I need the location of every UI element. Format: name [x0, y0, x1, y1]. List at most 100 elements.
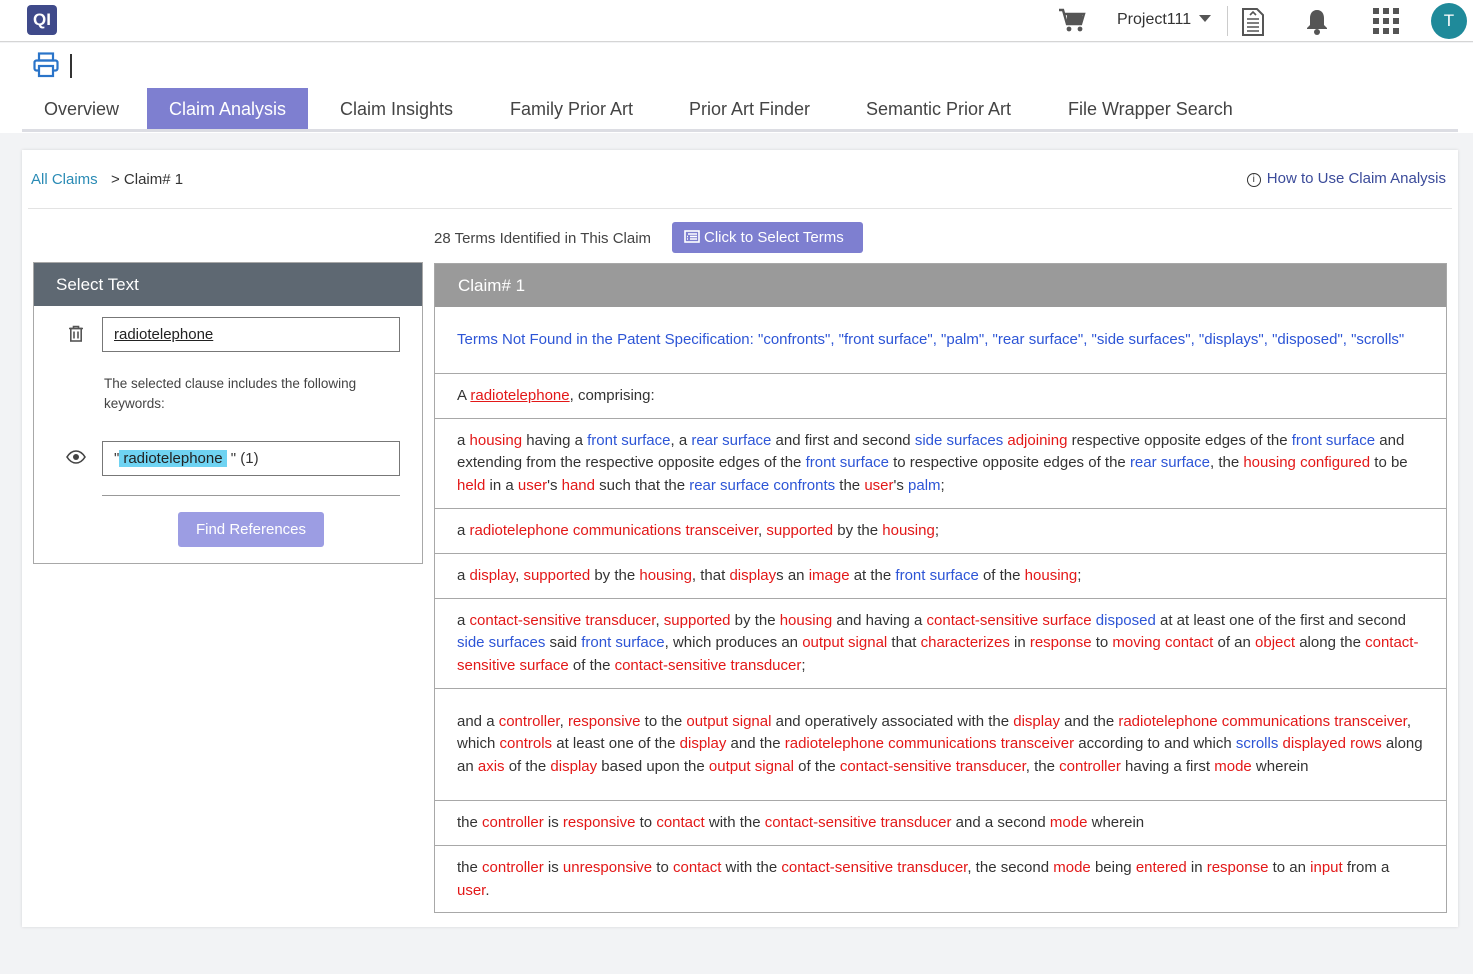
claim-term[interactable]: output signal — [686, 713, 771, 730]
claim-term[interactable]: controller — [499, 713, 560, 730]
claim-term[interactable]: radiotelephone communications transceive… — [1118, 713, 1407, 730]
claim-term[interactable]: image — [809, 567, 850, 584]
avatar[interactable]: T — [1431, 3, 1467, 39]
claim-text: of the — [978, 566, 1025, 584]
claim-term[interactable]: housing — [1025, 567, 1078, 584]
claim-term-not-found[interactable]: side surfaces — [457, 634, 545, 651]
claim-term-not-found[interactable]: front surface — [587, 432, 670, 449]
app-logo[interactable]: QI — [27, 5, 57, 35]
tab-family-prior-art[interactable]: Family Prior Art — [488, 88, 655, 130]
claim-term[interactable]: configured — [1300, 454, 1370, 471]
claim-term[interactable]: output signal — [802, 634, 887, 651]
how-to-link[interactable]: i How to Use Claim Analysis — [1246, 170, 1446, 187]
claim-term[interactable]: housing — [882, 522, 935, 539]
claim-term[interactable]: adjoining — [1007, 432, 1067, 449]
claim-term[interactable]: input — [1310, 859, 1343, 876]
claim-term[interactable]: characterizes — [921, 634, 1010, 651]
claim-term[interactable]: radiotelephone communications transceive… — [785, 735, 1074, 752]
tab-claim-analysis[interactable]: Claim Analysis — [147, 88, 309, 130]
claim-term[interactable]: output signal — [709, 758, 794, 775]
claim-term[interactable]: contact — [656, 814, 704, 831]
claim-term[interactable]: mode — [1214, 758, 1252, 775]
caret-down-icon[interactable] — [1199, 15, 1211, 22]
claim-term[interactable]: moving contact — [1112, 634, 1213, 651]
divider — [1227, 6, 1228, 36]
claim-term[interactable]: axis — [478, 758, 505, 775]
breadcrumb-all-claims[interactable]: All Claims — [31, 171, 98, 188]
claim-term[interactable]: mode — [1053, 859, 1091, 876]
claim-term-not-found[interactable]: disposed — [1096, 612, 1156, 629]
claim-term-not-found[interactable]: scrolls — [1236, 735, 1279, 752]
claim-term[interactable]: supported — [766, 522, 833, 539]
claim-term[interactable]: contact-sensitive transducer — [615, 657, 802, 674]
keyword-highlight: radiotelephone — [119, 450, 227, 467]
claim-term[interactable]: radiotelephone communications transceive… — [470, 522, 759, 539]
claim-term-not-found[interactable]: front surface — [581, 634, 664, 651]
trash-icon[interactable] — [68, 325, 84, 347]
claim-term[interactable]: entered — [1136, 859, 1187, 876]
claim-term[interactable]: controls — [500, 735, 553, 752]
claim-term[interactable]: display — [729, 567, 776, 584]
claim-term[interactable]: display — [470, 567, 516, 584]
claim-term[interactable]: contact — [673, 859, 721, 876]
claim-term[interactable]: response — [1030, 634, 1092, 651]
claim-term[interactable]: responsive — [568, 713, 641, 730]
claim-term[interactable]: response — [1207, 859, 1269, 876]
project-selector[interactable]: Project111 — [1117, 11, 1191, 29]
selected-text-field[interactable]: radiotelephone — [102, 317, 400, 352]
tab-overview[interactable]: Overview — [22, 88, 141, 130]
claim-term[interactable]: displayed rows — [1283, 735, 1382, 752]
claim-term[interactable]: display — [680, 735, 727, 752]
claim-term[interactable]: mode — [1050, 814, 1088, 831]
claim-term-not-found[interactable]: rear surface confronts — [689, 477, 835, 494]
claim-term[interactable]: object — [1255, 634, 1295, 651]
claim-term[interactable]: user — [457, 882, 485, 899]
keyword-box[interactable]: " radiotelephone " (1) — [102, 441, 400, 476]
claim-term[interactable]: housing — [639, 567, 692, 584]
claim-term[interactable]: contact-sensitive transducer — [840, 758, 1026, 775]
cart-icon[interactable] — [1058, 8, 1086, 39]
document-icon[interactable] — [1241, 8, 1265, 41]
bell-icon[interactable] — [1305, 8, 1329, 41]
claim-term[interactable]: supported — [523, 567, 590, 584]
claim-term-not-found[interactable]: front surface — [806, 454, 889, 471]
claim-term[interactable]: responsive — [563, 814, 636, 831]
claim-term[interactable]: unresponsive — [563, 859, 652, 876]
claim-term[interactable]: housing — [1243, 454, 1296, 471]
claim-term[interactable]: housing — [780, 612, 833, 629]
claim-term[interactable]: hand — [562, 477, 595, 494]
find-references-button[interactable]: Find References — [178, 512, 324, 547]
claim-term[interactable]: display — [1013, 713, 1060, 730]
claim-term[interactable]: contact-sensitive surface — [927, 612, 1092, 629]
claim-term[interactable]: held — [457, 477, 485, 494]
claim-term-not-found[interactable]: front surface — [895, 567, 978, 584]
claim-text: wherein — [1251, 757, 1309, 775]
claim-term[interactable]: contact-sensitive transducer — [781, 859, 967, 876]
apps-grid-icon[interactable] — [1372, 7, 1400, 40]
tab-bar: Overview Claim Analysis Claim Insights F… — [0, 87, 1473, 133]
tab-file-wrapper-search[interactable]: File Wrapper Search — [1046, 88, 1255, 130]
claim-term[interactable]: controller — [482, 814, 544, 831]
select-terms-button[interactable]: Click to Select Terms — [672, 222, 863, 253]
claim-term-not-found[interactable]: front surface — [1292, 432, 1375, 449]
claim-term[interactable]: user — [518, 477, 547, 494]
claim-term[interactable]: user — [864, 477, 893, 494]
eye-icon[interactable] — [66, 450, 86, 469]
claim-term[interactable]: display — [550, 758, 597, 775]
claim-term-not-found[interactable]: palm — [908, 477, 941, 494]
claim-term-not-found[interactable]: rear surface — [691, 432, 771, 449]
claim-term[interactable]: contact-sensitive transducer — [470, 612, 656, 629]
print-icon[interactable] — [33, 52, 59, 83]
select-terms-label: Click to Select Terms — [704, 229, 844, 246]
claim-term[interactable]: controller — [482, 859, 544, 876]
claim-term[interactable]: housing — [470, 432, 523, 449]
claim-term-not-found[interactable]: rear surface — [1130, 454, 1210, 471]
claim-term[interactable]: supported — [664, 612, 731, 629]
tab-prior-art-finder[interactable]: Prior Art Finder — [667, 88, 832, 130]
tab-semantic-prior-art[interactable]: Semantic Prior Art — [844, 88, 1033, 130]
claim-term-not-found[interactable]: side surfaces — [915, 432, 1003, 449]
claim-term[interactable]: contact-sensitive transducer — [765, 814, 952, 831]
claim-term-selected[interactable]: radiotelephone — [470, 387, 569, 404]
tab-claim-insights[interactable]: Claim Insights — [318, 88, 475, 130]
claim-term[interactable]: controller — [1059, 758, 1121, 775]
